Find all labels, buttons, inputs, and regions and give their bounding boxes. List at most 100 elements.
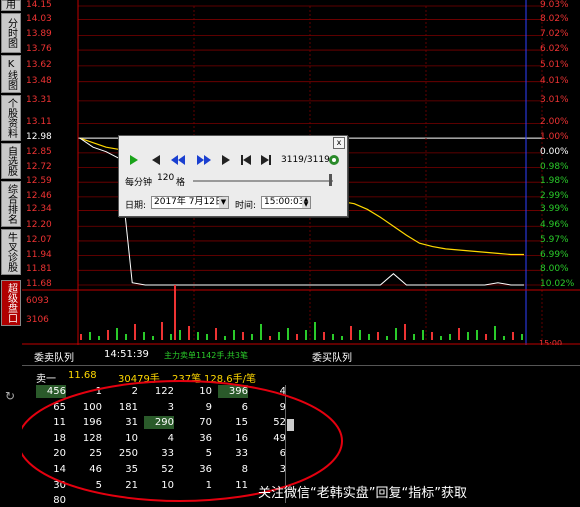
price-tick-label: 12.20 [26, 220, 52, 231]
volume-bar [233, 330, 235, 340]
percent-tick-label: 4.96% [540, 220, 569, 231]
volume-bar [125, 334, 127, 340]
price-tick-label: 12.46 [26, 190, 52, 201]
settings-icon[interactable] [325, 152, 342, 167]
volume-bar [395, 328, 397, 340]
skip-start-icon[interactable] [237, 152, 254, 167]
tab-partial[interactable]: 用 [1, 0, 21, 11]
price-tick-label: 13.62 [26, 59, 52, 70]
volume-bar [296, 334, 298, 340]
price-tick-label: 12.59 [26, 176, 52, 187]
percent-tick-label: 0.00% [540, 146, 569, 157]
price-tick-label: 13.31 [26, 94, 52, 105]
volume-bar [215, 328, 217, 340]
tab-intraday[interactable]: 分时图 [1, 13, 21, 53]
price-tick-label: 12.72 [26, 161, 52, 172]
volume-bar [143, 332, 145, 340]
volume-bar [260, 324, 262, 340]
speed-slider-handle[interactable] [329, 174, 332, 186]
close-button[interactable]: x [333, 137, 345, 149]
percent-tick-label: 2.00% [540, 117, 569, 128]
volume-bar [98, 336, 100, 340]
skip-end-icon[interactable] [257, 152, 274, 167]
percent-tick-label: 8.02% [540, 13, 569, 24]
price-tick-label: 11.94 [26, 249, 52, 260]
frame-counter: 3119/3119 [281, 155, 330, 165]
price-tick-label: 12.85 [26, 146, 52, 157]
play-icon[interactable] [125, 152, 142, 167]
volume-bar [440, 336, 442, 340]
fast-back-icon[interactable] [169, 152, 186, 167]
playback-dialog: x 3119/3119 每分钟 120 格 日期: 2017年 7月12日 ▼ … [118, 135, 348, 217]
volume-bar [512, 332, 514, 340]
volume-bar [413, 334, 415, 340]
percent-tick-label: 6.02% [540, 44, 569, 55]
volume-bar [332, 334, 334, 340]
step-forward-icon[interactable] [217, 152, 234, 167]
volume-label-low: 3106 [26, 315, 49, 325]
chevron-down-icon[interactable]: ▼ [219, 197, 228, 208]
percent-tick-label: 3.99% [540, 204, 569, 215]
price-tick-label: 11.68 [26, 279, 52, 289]
price-tick-label: 13.89 [26, 29, 52, 40]
tab-diagnosis[interactable]: 牛叉诊股 [1, 229, 21, 275]
volume-bar [89, 332, 91, 340]
price-tick-label: 14.15 [26, 0, 52, 10]
volume-bar [485, 334, 487, 340]
volume-bar [404, 324, 406, 340]
volume-bar [251, 334, 253, 340]
refresh-icon[interactable]: ↻ [3, 389, 17, 403]
percent-tick-label: 8.00% [540, 264, 569, 275]
percent-tick-label: 1.00% [540, 132, 569, 143]
volume-bar [278, 332, 280, 340]
price-tick-label: 13.48 [26, 75, 52, 86]
tab-watchlist[interactable]: 自选股 [1, 143, 21, 179]
volume-bar [152, 336, 154, 340]
date-picker[interactable]: 2017年 7月12日 [151, 196, 229, 209]
per-minute-label: 每分钟 [125, 178, 153, 188]
volume-bar [305, 330, 307, 340]
volume-bar [179, 330, 181, 340]
volume-bar [188, 326, 190, 340]
tab-super-order-book[interactable]: 超级盘口 [1, 280, 21, 326]
volume-bar [476, 330, 478, 340]
volume-spike [174, 285, 176, 340]
step-back-icon[interactable] [147, 152, 164, 167]
volume-bar [170, 334, 172, 340]
tab-kline[interactable]: K线图 [1, 55, 21, 93]
percent-tick-label: 4.01% [540, 75, 569, 86]
volume-bar [467, 332, 469, 340]
left-tab-bar: 用 分时图 K线图 个股资料 自选股 综合排名 牛叉诊股 超级盘口 ↻ [0, 0, 22, 504]
order-queue-panel: 委卖队列 14:51:39 主力卖单1142手,共3笔 委买队列 卖一 11.6… [22, 345, 580, 506]
dialog-titlebar[interactable] [119, 136, 347, 148]
per-minute-input[interactable]: 120 [155, 173, 174, 186]
volume-bar [494, 326, 496, 340]
price-tick-label: 12.98 [26, 132, 52, 143]
percent-tick-label: 9.03% [540, 0, 569, 10]
price-tick-label: 14.03 [26, 13, 52, 24]
time-field-label: 时间: [235, 201, 257, 211]
price-tick-label: 12.07 [26, 234, 52, 245]
fast-forward-icon[interactable] [195, 152, 212, 167]
volume-bar [242, 332, 244, 340]
spinner-icon[interactable]: ▲ ▼ [302, 197, 310, 208]
highlight-oval [22, 380, 343, 502]
volume-bar [107, 330, 109, 340]
volume-bar [80, 334, 82, 340]
tab-ranking[interactable]: 综合排名 [1, 181, 21, 227]
volume-bar [503, 336, 505, 340]
volume-bar [377, 332, 379, 340]
percent-tick-label: 5.97% [540, 234, 569, 245]
volume-bar [161, 322, 163, 340]
volume-bar [359, 330, 361, 340]
volume-bar [521, 334, 523, 340]
volume-bar [386, 336, 388, 340]
speed-slider[interactable] [193, 180, 333, 182]
unit-label: 格 [176, 178, 186, 188]
volume-bar [287, 328, 289, 340]
percent-tick-label: 2.99% [540, 190, 569, 201]
tab-profile[interactable]: 个股资料 [1, 95, 21, 141]
volume-bar [368, 334, 370, 340]
volume-bar [224, 336, 226, 340]
date-label: 日期: [125, 201, 147, 211]
